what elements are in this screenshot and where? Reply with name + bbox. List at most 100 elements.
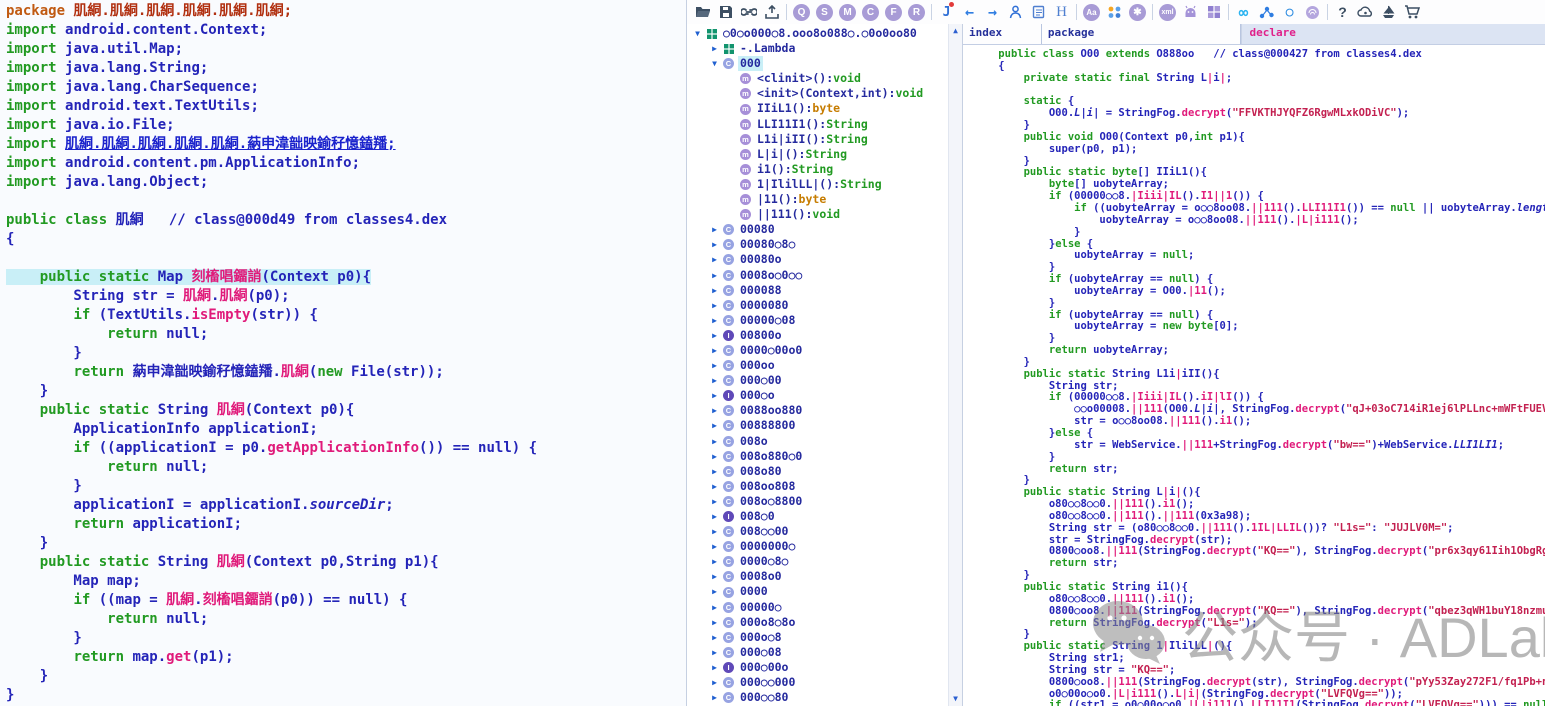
tree-item[interactable]: ▶C000○08 (687, 645, 948, 660)
export-icon[interactable] (760, 1, 783, 23)
code-line[interactable] (6, 192, 686, 211)
expand-arrow-icon[interactable]: ▶ (708, 524, 721, 539)
class-hierarchy-panel[interactable]: ▼○0○o000○8.ooo8o088○.○0o0oo80▶-.Lambda▼C… (687, 24, 963, 706)
expand-arrow-icon[interactable]: ▶ (708, 434, 721, 449)
tree-item[interactable]: ▶C0000000○ (687, 539, 948, 554)
expand-arrow-icon[interactable]: ▶ (708, 554, 721, 569)
expand-arrow-icon[interactable]: ▶ (708, 358, 721, 373)
code-line[interactable]: public class O00 extends O888oo // class… (973, 49, 1545, 61)
left-code-view[interactable]: package 肌絧.肌絧.肌絧.肌絧.肌絧.肌絧;import android… (0, 0, 686, 705)
back-icon[interactable]: ← (958, 1, 981, 23)
code-line[interactable]: Map map; (6, 572, 686, 591)
code-line[interactable]: import 肌絧.肌絧.肌絧.肌絧.肌絧.蒳申湋韷映鍮秄憶鎑羳; (6, 135, 686, 154)
filter-s-icon[interactable]: S (813, 1, 836, 23)
tree-item[interactable]: ▶C00080○8○ (687, 237, 948, 252)
graph-icon[interactable] (1103, 1, 1126, 23)
code-line[interactable]: uobyteArray = new byte[0]; (973, 321, 1545, 333)
code-line[interactable]: } (6, 382, 686, 401)
tab-index[interactable]: index (963, 24, 1042, 44)
open-file-icon[interactable] (691, 1, 714, 23)
code-line[interactable]: super(p0, p1); (973, 144, 1545, 156)
tree-item[interactable]: ▶C0000○8○ (687, 554, 948, 569)
forward-icon[interactable]: → (981, 1, 1004, 23)
expand-arrow-icon[interactable]: ▶ (708, 600, 721, 615)
code-line[interactable]: return str; (973, 558, 1545, 570)
expand-arrow-icon[interactable]: ▶ (708, 569, 721, 584)
code-line[interactable]: uobyteArray = O00.|11(); (973, 286, 1545, 298)
tree-item[interactable]: ▶C00080o (687, 252, 948, 267)
code-line[interactable]: public static Map 刻槒唱鐂誚(Context p0){ (6, 268, 686, 287)
expand-arrow-icon[interactable]: ▼ (708, 56, 721, 71)
code-line[interactable]: import java.util.Map; (6, 40, 686, 59)
expand-arrow-icon[interactable]: ▶ (708, 313, 721, 328)
filter-f-icon[interactable]: F (882, 1, 905, 23)
code-line[interactable]: return uobyteArray; (973, 345, 1545, 357)
code-line[interactable]: return null; (6, 610, 686, 629)
tree-item[interactable]: mi1():String (687, 162, 948, 177)
tree-item[interactable]: mIIiL1():byte (687, 101, 948, 116)
nodes-icon[interactable] (1255, 1, 1278, 23)
code-line[interactable]: if (TextUtils.isEmpty(str)) { (6, 306, 686, 325)
code-line[interactable]: } (6, 344, 686, 363)
expand-arrow-icon[interactable]: ▶ (708, 418, 721, 433)
scroll-down-button[interactable]: ▼ (949, 692, 962, 706)
expand-arrow-icon[interactable]: ▶ (708, 268, 721, 283)
filter-c-icon[interactable]: C (859, 1, 882, 23)
tree-item[interactable]: ▶C0000080 (687, 298, 948, 313)
report-icon[interactable] (1027, 1, 1050, 23)
tree-item[interactable]: ▶C000○○000 (687, 675, 948, 690)
tree-item[interactable]: ▶C008oo808 (687, 479, 948, 494)
tree-item[interactable]: ▶C000088 (687, 283, 948, 298)
settings-icon[interactable]: ✱ (1126, 1, 1149, 23)
expand-arrow-icon[interactable]: ▶ (708, 298, 721, 313)
user-icon[interactable] (1004, 1, 1027, 23)
expand-arrow-icon[interactable]: ▶ (708, 690, 721, 705)
code-line[interactable]: import android.content.Context; (6, 21, 686, 40)
rename-icon[interactable]: Aa (1080, 1, 1103, 23)
decompiled-source-panel[interactable]: package 肌絧.肌絧.肌絧.肌絧.肌絧.肌絧;import android… (0, 0, 687, 706)
tree-item[interactable]: m<init>(Context,int):void (687, 86, 948, 101)
code-line[interactable]: return null; (6, 325, 686, 344)
cart-icon[interactable] (1400, 1, 1423, 23)
expand-arrow-icon[interactable]: ▶ (708, 373, 721, 388)
expand-arrow-icon[interactable]: ▶ (708, 388, 721, 403)
tree-item[interactable]: ▶I000○o (687, 388, 948, 403)
expand-arrow-icon[interactable]: ▶ (708, 675, 721, 690)
scroll-up-button[interactable]: ▲ (949, 24, 962, 38)
expand-arrow-icon[interactable]: ▶ (708, 41, 721, 56)
tab-package[interactable]: package (1042, 24, 1241, 44)
code-line[interactable]: O00.L|i| = StringFog.decrypt("FFVKTHJYQF… (973, 108, 1545, 120)
tree-item[interactable]: ▶C000○○80 (687, 690, 948, 705)
code-line[interactable]: private static final String L|i|; (973, 73, 1545, 85)
right-code-view[interactable]: public class O00 extends O888oo // class… (963, 45, 1545, 706)
expand-arrow-icon[interactable]: ▶ (708, 237, 721, 252)
tree-item[interactable]: ▶C00000○ (687, 600, 948, 615)
code-line[interactable]: ApplicationInfo applicationI; (6, 420, 686, 439)
code-line[interactable]: return map.get(p1); (6, 648, 686, 667)
android-icon[interactable] (1179, 1, 1202, 23)
code-line[interactable]: public class 肌絧 // class@000d49 from cla… (6, 211, 686, 230)
filter-q-icon[interactable]: Q (790, 1, 813, 23)
code-line[interactable]: return str; (973, 464, 1545, 476)
tree-item[interactable]: ▶C008o○8800 (687, 494, 948, 509)
code-line[interactable]: { (6, 230, 686, 249)
code-line[interactable]: } (6, 629, 686, 648)
expand-arrow-icon[interactable]: ▶ (708, 584, 721, 599)
tree-item[interactable]: m1|IlilLL|():String (687, 177, 948, 192)
filter-r-icon[interactable]: R (905, 1, 928, 23)
code-line[interactable]: return applicationI; (6, 515, 686, 534)
tree-scrollbar[interactable]: ▲ ▼ (948, 24, 962, 706)
expand-arrow-icon[interactable]: ▶ (708, 328, 721, 343)
tree-item[interactable]: ▶C008○○00 (687, 524, 948, 539)
tree-item[interactable]: mL|i|():String (687, 147, 948, 162)
save-icon[interactable] (714, 1, 737, 23)
fingerprint-icon[interactable] (1301, 1, 1324, 23)
tree-item[interactable]: ▶C0088oo880 (687, 403, 948, 418)
expand-arrow-icon[interactable]: ▶ (708, 509, 721, 524)
xml-icon[interactable]: xml (1156, 1, 1179, 23)
expand-arrow-icon[interactable]: ▶ (708, 252, 721, 267)
tab-declare[interactable]: declare (1241, 24, 1545, 44)
expand-arrow-icon[interactable]: ▶ (708, 283, 721, 298)
tree-item[interactable]: ▶I008○0 (687, 509, 948, 524)
tree-item[interactable]: ▶C008o880○0 (687, 449, 948, 464)
